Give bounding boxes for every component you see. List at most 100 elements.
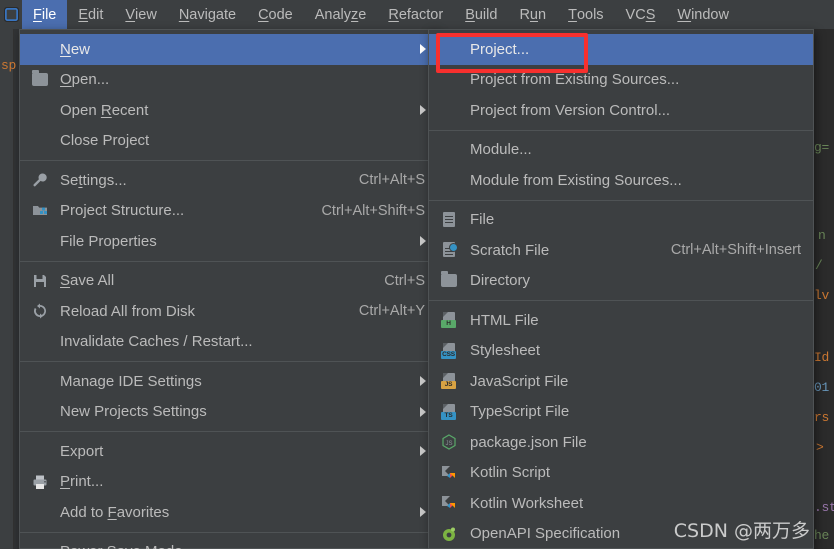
main-menu-bar[interactable]: File Edit View Navigate Code Analy z e Refactor B…	[0, 0, 834, 29]
menu-separator	[20, 361, 437, 362]
menu-separator	[20, 531, 437, 533]
menu-item-shortcut: Ctrl+S	[384, 272, 425, 289]
file-menu-item-save-all[interactable]: Save All Ctrl+S	[20, 266, 437, 297]
menubar-item-code[interactable]: Code	[247, 0, 304, 29]
new-submenu-item-project-from-existing-sources[interactable]: Project from Existing Sources...	[429, 65, 813, 96]
file-menu-item-manage-ide-settings[interactable]: Manage IDE Settings	[20, 366, 437, 397]
menu-item-shortcut: Ctrl+Alt+Shift+Insert	[670, 242, 801, 259]
new-submenu-item-project-from-version-control[interactable]: Project from Version Control...	[429, 95, 813, 126]
file-menu-item-open[interactable]: Open...	[20, 65, 437, 96]
file-menu-item-file-properties[interactable]: File Properties	[20, 226, 437, 257]
new-submenu-item-package-json-file[interactable]: JS package.json File	[429, 427, 813, 458]
new-submenu-item-scratch-file[interactable]: Scratch File Ctrl+Alt+Shift+Insert	[429, 235, 813, 266]
menu-item-label: Open Recent	[60, 101, 149, 119]
file-menu-item-settings[interactable]: Settings... Ctrl+Alt+S	[20, 165, 437, 196]
new-submenu-item-kotlin-script[interactable]: Kotlin Script	[429, 458, 813, 489]
project-structure-icon	[31, 202, 49, 220]
menu-separator	[429, 300, 813, 301]
menubar-item-navigate[interactable]: Navigate	[168, 0, 247, 29]
code-fragment: /	[815, 258, 823, 273]
file-menu-item-project-structure[interactable]: Project Structure... Ctrl+Alt+Shift+S	[20, 196, 437, 227]
menu-item-label: Scratch File	[470, 241, 550, 259]
new-submenu-item-kotlin-worksheet[interactable]: Kotlin Worksheet	[429, 488, 813, 519]
menu-item-label: Project from Version Control...	[470, 101, 671, 119]
menu-separator	[20, 160, 437, 161]
menu-separator	[429, 199, 813, 201]
menu-item-label: Export	[60, 442, 104, 460]
code-fragment: g=	[814, 140, 830, 155]
menu-separator	[20, 431, 437, 432]
menu-item-label: Save All	[60, 272, 115, 290]
new-submenu-item-module[interactable]: Module...	[429, 135, 813, 166]
chevron-right-icon	[420, 44, 426, 55]
new-submenu-item-javascript-file[interactable]: JS JavaScript File	[429, 366, 813, 397]
menu-item-label: Module from Existing Sources...	[470, 171, 682, 189]
menubar-item-refactor[interactable]: Refactor	[377, 0, 454, 29]
menubar-item-view[interactable]: View	[114, 0, 167, 29]
directory-icon	[440, 271, 458, 290]
code-fragment: Id	[814, 350, 830, 365]
new-submenu-item-html-file[interactable]: H HTML File	[429, 305, 813, 336]
code-fragment: he	[814, 528, 830, 543]
file-menu-item-add-to-favorites[interactable]: Add to Favorites	[20, 497, 437, 528]
menubar-item-build[interactable]: Build	[454, 0, 508, 29]
menubar-item-analyze[interactable]: Analy z e	[304, 0, 378, 29]
menu-item-label: File Properties	[60, 232, 157, 250]
menu-item-label: Project from Existing Sources...	[470, 71, 680, 89]
new-submenu-item-directory[interactable]: Directory	[429, 266, 813, 297]
menu-item-label: Open...	[60, 71, 110, 89]
menu-item-label: Add to Favorites	[60, 503, 170, 521]
menubar-item-file[interactable]: File	[22, 0, 68, 29]
file-menu-item-open-recent[interactable]: Open Recent	[20, 95, 437, 126]
code-fragment: >	[816, 440, 824, 455]
code-fragment: sp	[1, 58, 17, 73]
menu-item-label: package.json File	[470, 433, 587, 451]
menubar-item-edit[interactable]: Edit	[67, 0, 114, 29]
code-fragment: .st	[814, 500, 834, 515]
menu-item-label: New	[60, 40, 91, 58]
js-file-icon: JS	[440, 372, 458, 390]
menu-item-label: Settings...	[60, 171, 127, 189]
new-submenu-item-project[interactable]: Project...	[429, 34, 813, 65]
file-menu-item-export[interactable]: Export	[20, 436, 437, 467]
menu-item-label: Print...	[60, 473, 104, 491]
file-icon	[440, 211, 458, 229]
chevron-right-icon	[420, 507, 426, 518]
file-menu-dropdown[interactable]: New Open... Open Recent Close Project Settin…	[19, 29, 438, 549]
menu-separator	[429, 129, 813, 131]
menu-item-label: Project...	[470, 40, 530, 58]
file-menu-item-close-project[interactable]: Close Project	[20, 126, 437, 157]
reload-icon	[31, 302, 49, 320]
menu-item-label: Power Save Mode	[60, 543, 183, 549]
file-menu-item-power-save-mode[interactable]: Power Save Mode	[20, 537, 437, 549]
css-file-icon: CSS	[440, 342, 458, 360]
svg-text:JS: JS	[445, 441, 452, 447]
menu-item-label: JavaScript File	[470, 372, 569, 390]
new-submenu-item-file[interactable]: File	[429, 205, 813, 236]
file-menu-item-print[interactable]: Print...	[20, 467, 437, 498]
file-menu-item-new-projects-settings[interactable]: New Projects Settings	[20, 397, 437, 428]
nodejs-icon: JS	[440, 433, 458, 451]
menu-item-label: Close Project	[60, 132, 150, 150]
left-tool-window-strip[interactable]	[0, 29, 14, 549]
file-menu-item-reload-all-from-disk[interactable]: Reload All from Disk Ctrl+Alt+Y	[20, 296, 437, 327]
menu-item-label: Invalidate Caches / Restart...	[60, 333, 253, 351]
menubar-item-vcs[interactable]: VC S	[615, 0, 667, 29]
chevron-right-icon	[420, 105, 426, 116]
printer-icon	[31, 473, 49, 491]
file-menu-item-invalidate-caches-restart[interactable]: Invalidate Caches / Restart...	[20, 327, 437, 358]
new-submenu-item-typescript-file[interactable]: TS TypeScript File	[429, 397, 813, 428]
menu-item-label: Manage IDE Settings	[60, 372, 202, 390]
menu-item-label: TypeScript File	[470, 403, 570, 421]
menu-item-shortcut: Ctrl+Alt+S	[358, 172, 425, 189]
watermark-text: CSDN @两万多	[673, 520, 810, 542]
menubar-item-window[interactable]: Window	[666, 0, 740, 29]
new-submenu-dropdown[interactable]: Project... Project from Existing Sources.…	[428, 29, 814, 549]
menubar-item-run[interactable]: Run	[508, 0, 557, 29]
new-submenu-item-module-from-existing-sources[interactable]: Module from Existing Sources...	[429, 165, 813, 196]
menu-item-label: Stylesheet	[470, 342, 541, 360]
file-menu-item-new[interactable]: New	[20, 34, 437, 65]
menu-item-label: Kotlin Worksheet	[470, 494, 584, 512]
new-submenu-item-stylesheet[interactable]: CSS Stylesheet	[429, 336, 813, 367]
menubar-item-tools[interactable]: Tools	[557, 0, 614, 29]
